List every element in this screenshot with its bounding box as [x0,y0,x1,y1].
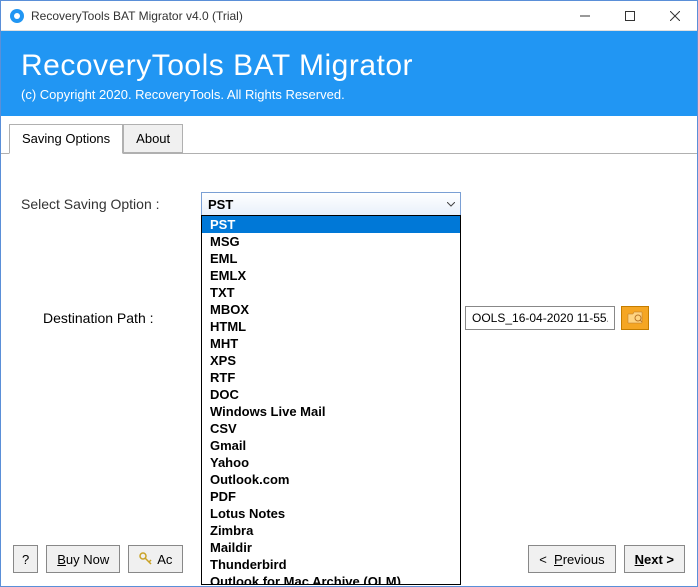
dropdown-item[interactable]: MBOX [202,301,460,318]
dropdown-item[interactable]: EML [202,250,460,267]
copyright-text: (c) Copyright 2020. RecoveryTools. All R… [21,87,677,102]
dropdown-item[interactable]: Gmail [202,437,460,454]
next-button[interactable]: Next > [624,545,685,573]
dropdown-item[interactable]: Lotus Notes [202,505,460,522]
saving-option-label: Select Saving Option : [21,196,201,212]
previous-button[interactable]: < Previous [528,545,615,573]
tab-about[interactable]: About [123,124,183,153]
tab-strip: Saving Options About [1,116,697,154]
app-icon [9,8,25,24]
dropdown-item[interactable]: Thunderbird [202,556,460,573]
dropdown-item[interactable]: Windows Live Mail [202,403,460,420]
chevron-down-icon [441,192,461,216]
dropdown-item[interactable]: CSV [202,420,460,437]
titlebar: RecoveryTools BAT Migrator v4.0 (Trial) [1,1,697,31]
dropdown-item[interactable]: Outlook.com [202,471,460,488]
dropdown-item[interactable]: PDF [202,488,460,505]
app-title: RecoveryTools BAT Migrator [21,49,677,83]
saving-option-combo[interactable]: PST PSTMSGEMLEMLXTXTMBOXHTMLMHTXPSRTFDOC… [201,192,461,216]
dropdown-item[interactable]: Maildir [202,539,460,556]
help-button[interactable]: ? [13,545,38,573]
tab-saving-options[interactable]: Saving Options [9,124,123,154]
folder-icon [627,311,643,325]
destination-path-input[interactable] [465,306,615,330]
app-header: RecoveryTools BAT Migrator (c) Copyright… [1,31,697,116]
dropdown-item[interactable]: PST [202,216,460,233]
dropdown-item[interactable]: TXT [202,284,460,301]
browse-button[interactable] [621,306,649,330]
dropdown-item[interactable]: MSG [202,233,460,250]
window-controls [562,1,697,30]
dropdown-item[interactable]: Yahoo [202,454,460,471]
minimize-button[interactable] [562,1,607,30]
buy-now-button[interactable]: Buy Now [46,545,120,573]
dropdown-item[interactable]: Outlook for Mac Archive (OLM) [202,573,460,585]
dropdown-item[interactable]: Zimbra [202,522,460,539]
key-icon [139,552,153,566]
destination-path-label: Destination Path : [21,310,201,326]
dropdown-list: PSTMSGEMLEMLXTXTMBOXHTMLMHTXPSRTFDOCWind… [201,215,461,585]
dropdown-item[interactable]: RTF [202,369,460,386]
dropdown-item[interactable]: HTML [202,318,460,335]
dropdown-item[interactable]: EMLX [202,267,460,284]
close-button[interactable] [652,1,697,30]
maximize-button[interactable] [607,1,652,30]
window-title: RecoveryTools BAT Migrator v4.0 (Trial) [31,9,562,23]
content-panel: Select Saving Option : PST PSTMSGEMLEMLX… [1,154,697,585]
combo-selected-value: PST [208,197,233,212]
dropdown-item[interactable]: XPS [202,352,460,369]
activate-button[interactable]: Ac [128,545,183,573]
dropdown-item[interactable]: DOC [202,386,460,403]
dropdown-item[interactable]: MHT [202,335,460,352]
